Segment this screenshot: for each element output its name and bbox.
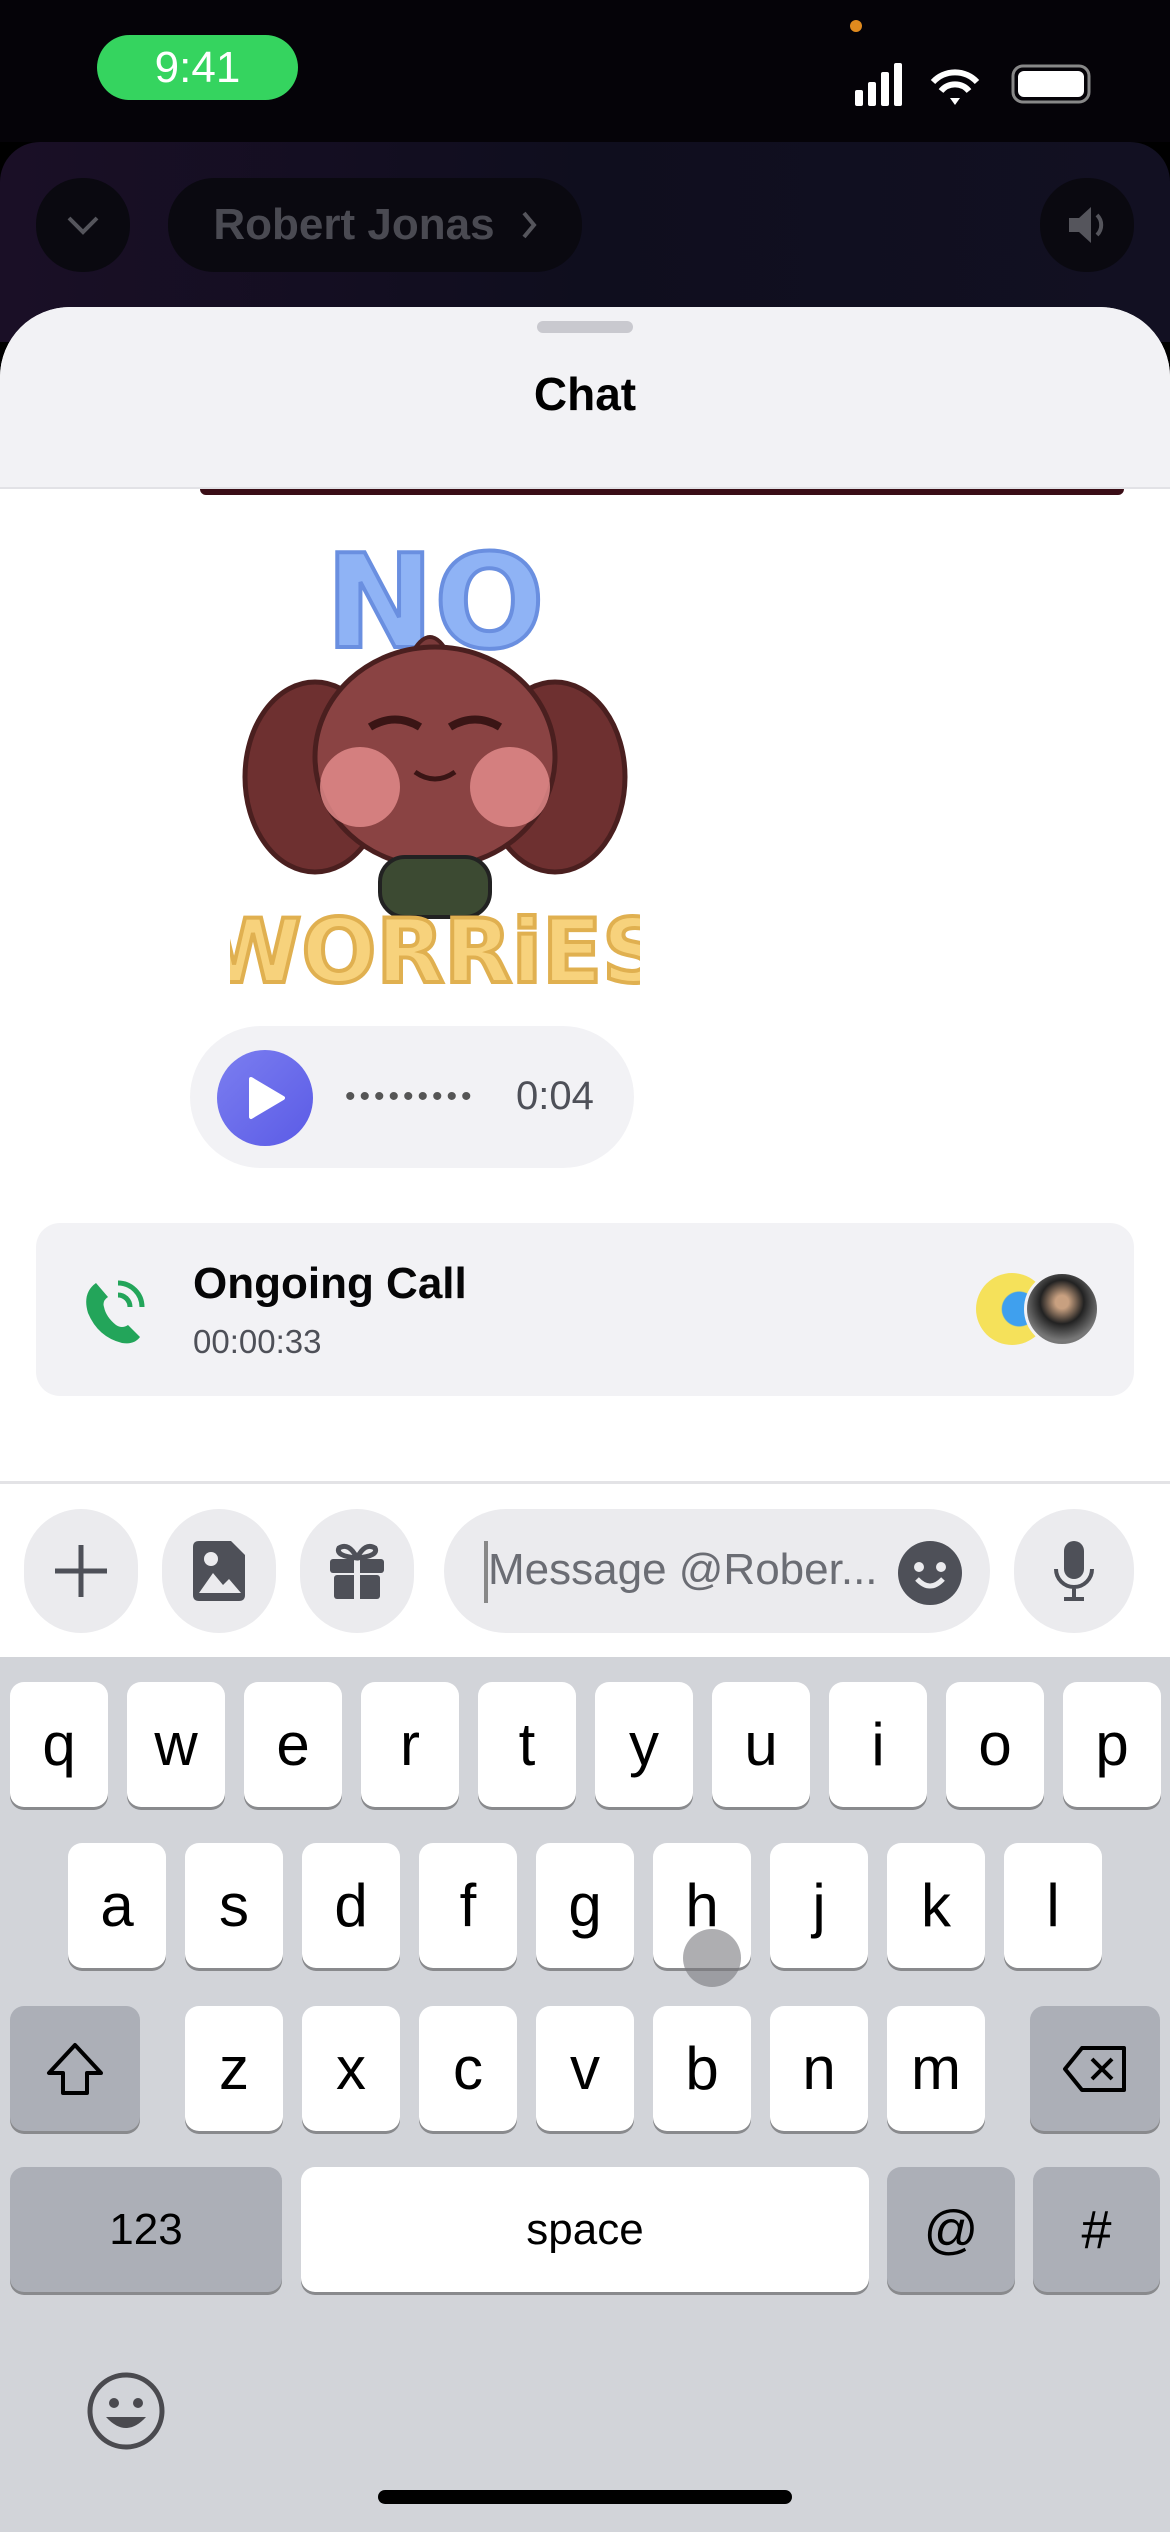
contact-name: Robert Jonas: [213, 200, 495, 249]
status-time: 9:41: [97, 35, 298, 100]
image-icon: [193, 1541, 245, 1601]
previous-message-edge: [200, 489, 1124, 495]
key-r[interactable]: r: [361, 1682, 459, 1807]
chevron-right-icon: [522, 211, 537, 239]
key-p[interactable]: p: [1063, 1682, 1161, 1807]
plus-icon: [55, 1545, 107, 1597]
call-elapsed: 00:00:33: [193, 1323, 322, 1360]
sticker-no-worries[interactable]: NO WORRiES: [230, 527, 640, 997]
key-v[interactable]: v: [536, 2006, 634, 2131]
participant-avatar: [1024, 1271, 1100, 1347]
key-z[interactable]: z: [185, 2006, 283, 2131]
key-a[interactable]: a: [68, 1843, 166, 1968]
home-indicator[interactable]: [378, 2490, 792, 2504]
key-f[interactable]: f: [419, 1843, 517, 1968]
shift-key[interactable]: [10, 2006, 140, 2131]
mic-indicator-dot: [850, 20, 862, 32]
key-u[interactable]: u: [712, 1682, 810, 1807]
message-placeholder: Message @Rober...: [488, 1545, 878, 1594]
media-button[interactable]: [162, 1509, 276, 1633]
key-b[interactable]: b: [653, 2006, 751, 2131]
space-key[interactable]: space: [301, 2167, 869, 2292]
speaker-icon: [1069, 207, 1104, 243]
numbers-key[interactable]: 123: [10, 2167, 282, 2292]
key-w[interactable]: w: [127, 1682, 225, 1807]
attach-button[interactable]: [24, 1509, 138, 1633]
shift-icon: [47, 2042, 103, 2095]
sticker-text-bottom: WORRiES: [230, 900, 640, 997]
play-button[interactable]: [217, 1050, 313, 1146]
key-l[interactable]: l: [1004, 1843, 1102, 1968]
key-d[interactable]: d: [302, 1843, 400, 1968]
drag-handle[interactable]: [537, 321, 633, 333]
microphone-icon: [1054, 1541, 1094, 1601]
key-m[interactable]: m: [887, 2006, 985, 2131]
ongoing-call-card[interactable]: Ongoing Call 00:00:33: [36, 1223, 1134, 1396]
call-title: Ongoing Call: [193, 1259, 467, 1308]
backspace-key[interactable]: [1030, 2006, 1160, 2131]
key-o[interactable]: o: [946, 1682, 1044, 1807]
chat-sheet: Chat NO WORRiES ••••••••• 0:04 Ongoing C…: [0, 307, 1170, 1657]
key-n[interactable]: n: [770, 2006, 868, 2131]
emoji-icon[interactable]: [898, 1541, 962, 1605]
sheet-header: Chat: [0, 307, 1170, 489]
key-s[interactable]: s: [185, 1843, 283, 1968]
key-g[interactable]: g: [536, 1843, 634, 1968]
status-icons: [855, 63, 1091, 106]
gift-button[interactable]: [300, 1509, 414, 1633]
speaker-button[interactable]: [1040, 178, 1134, 272]
voice-message: ••••••••• 0:04: [190, 1026, 634, 1168]
status-bar: 9:41: [0, 0, 1170, 142]
emoji-keyboard-icon[interactable]: [86, 2371, 166, 2451]
sheet-title: Chat: [533, 368, 637, 420]
voice-duration: 0:04: [516, 1074, 594, 1118]
key-j[interactable]: j: [770, 1843, 868, 1968]
key-e[interactable]: e: [244, 1682, 342, 1807]
backspace-icon: [1063, 2045, 1126, 2092]
minimize-button[interactable]: [36, 178, 130, 272]
hash-key[interactable]: #: [1033, 2167, 1160, 2292]
play-icon: [249, 1077, 285, 1119]
key-c[interactable]: c: [419, 2006, 517, 2131]
voice-record-button[interactable]: [1014, 1509, 1134, 1633]
key-t[interactable]: t: [478, 1682, 576, 1807]
wifi-icon: [930, 69, 980, 94]
waveform[interactable]: •••••••••: [345, 1080, 476, 1114]
composer-divider: [0, 1481, 1170, 1484]
contact-button[interactable]: Robert Jonas: [168, 178, 582, 272]
cellular-signal-icon: [855, 63, 902, 106]
touch-indicator: [683, 1929, 741, 1987]
key-i[interactable]: i: [829, 1682, 927, 1807]
message-input[interactable]: Message @Rober...: [444, 1509, 990, 1633]
key-q[interactable]: q: [10, 1682, 108, 1807]
at-key[interactable]: @: [887, 2167, 1015, 2292]
battery-icon: [1011, 64, 1091, 104]
keyboard: qwertyuiop asdfghjkl zxcvbnm 123 space @…: [0, 1657, 1170, 2532]
key-y[interactable]: y: [595, 1682, 693, 1807]
phone-call-icon: [86, 1280, 145, 1344]
key-x[interactable]: x: [302, 2006, 400, 2131]
key-k[interactable]: k: [887, 1843, 985, 1968]
gift-icon: [330, 1543, 384, 1599]
chevron-down-icon: [67, 216, 99, 235]
